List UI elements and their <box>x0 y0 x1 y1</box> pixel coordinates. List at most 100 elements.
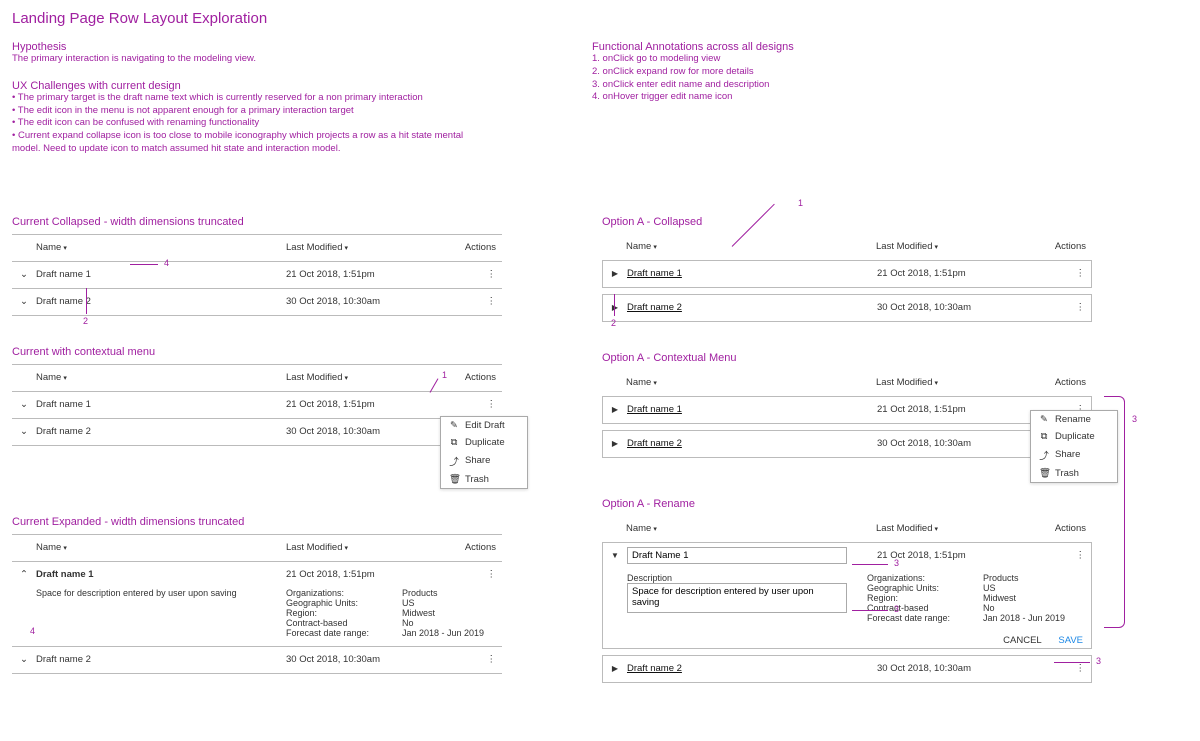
col-name[interactable]: Name <box>626 241 651 252</box>
more-vert-icon[interactable]: ⋮ <box>1076 268 1086 279</box>
col-name[interactable]: Name <box>36 242 61 253</box>
table: Name▾ Last Modified▾ Actions ▶ Draft nam… <box>602 234 1092 322</box>
menu-duplicate[interactable]: ⧉Duplicate <box>441 434 527 451</box>
annotations-heading: Functional Annotations across all design… <box>592 41 992 53</box>
page-title: Landing Page Row Layout Exploration <box>12 10 1188 27</box>
draft-modified: 30 Oct 2018, 10:30am <box>286 426 456 437</box>
annotation-number: 2 <box>611 318 616 328</box>
more-vert-icon[interactable]: ⋮ <box>487 296 497 307</box>
sort-caret-icon[interactable]: ▾ <box>935 526 939 533</box>
sort-caret-icon[interactable]: ▾ <box>63 375 67 382</box>
sort-caret-icon[interactable]: ▾ <box>935 380 939 387</box>
annotation-number: 3 <box>1132 414 1137 424</box>
more-vert-icon[interactable]: ⋮ <box>487 269 497 280</box>
table-row: ▶ Draft name 1 21 Oct 2018, 1:51pm ⋮ <box>602 260 1092 288</box>
expand-chevron-icon[interactable]: ⌄ <box>20 269 28 280</box>
expand-triangle-icon[interactable]: ▶ <box>612 303 618 312</box>
col-modified[interactable]: Last Modified <box>876 523 933 534</box>
menu-share[interactable]: ⤴Share <box>441 451 527 471</box>
section-title: Option A - Contextual Menu <box>602 352 1092 364</box>
draft-name[interactable]: Draft name 1 <box>36 269 286 280</box>
more-vert-icon[interactable]: ⋮ <box>487 399 497 410</box>
more-vert-icon[interactable]: ⋮ <box>487 654 497 665</box>
expand-triangle-icon[interactable]: ▶ <box>612 664 618 673</box>
draft-name[interactable]: Draft name 2 <box>36 426 286 437</box>
annotation-number: 3 <box>1096 656 1101 666</box>
annotation-item: 4. onHover trigger edit name icon <box>592 91 992 104</box>
annotation-line <box>852 610 888 611</box>
draft-name-link[interactable]: Draft name 2 <box>627 438 682 449</box>
sort-caret-icon[interactable]: ▾ <box>345 375 349 382</box>
annotation-number: 4 <box>164 258 169 268</box>
draft-name[interactable]: Draft name 2 <box>36 654 286 665</box>
table: Name▾ Last Modified▾ Actions ⌃ Draft nam… <box>12 534 502 674</box>
annotation-number: 2 <box>83 316 88 326</box>
expand-triangle-icon[interactable]: ▶ <box>612 439 618 448</box>
challenge-bullet: • The edit icon can be confused with ren… <box>12 117 472 130</box>
description-input[interactable]: Space for description entered by user up… <box>627 583 847 613</box>
section-title: Current Expanded - width dimensions trun… <box>12 516 502 528</box>
expand-triangle-icon[interactable]: ▶ <box>612 405 618 414</box>
draft-modified: 30 Oct 2018, 10:30am <box>877 438 1047 449</box>
draft-name[interactable]: Draft name 2 <box>36 296 286 307</box>
menu-edit[interactable]: ✎Edit Draft <box>441 417 527 434</box>
trash-icon: 🗑 <box>1039 468 1049 479</box>
expand-chevron-icon[interactable]: ⌄ <box>20 399 28 410</box>
more-vert-icon[interactable]: ⋮ <box>1076 663 1086 674</box>
expand-chevron-icon[interactable]: ⌄ <box>20 296 28 307</box>
menu-trash[interactable]: 🗑Trash <box>441 471 527 488</box>
save-button[interactable]: SAVE <box>1058 635 1083 646</box>
cancel-button[interactable]: CANCEL <box>1003 635 1042 646</box>
section-title: Option A - Rename <box>602 498 1092 510</box>
draft-modified: 21 Oct 2018, 1:51pm <box>877 404 1047 415</box>
sort-caret-icon[interactable]: ▾ <box>345 245 349 252</box>
table-header: Name▾ Last Modified▾ Actions <box>12 235 502 262</box>
table-row-edit: ▼ 21 Oct 2018, 1:51pm ⋮ Description Spac… <box>602 542 1092 649</box>
col-name[interactable]: Name <box>626 523 651 534</box>
expand-chevron-icon[interactable]: ⌄ <box>20 426 28 437</box>
more-vert-icon[interactable]: ⋮ <box>1076 302 1086 313</box>
col-modified[interactable]: Last Modified <box>876 241 933 252</box>
draft-name-link[interactable]: Draft name 2 <box>627 663 682 674</box>
sort-caret-icon[interactable]: ▾ <box>653 244 657 251</box>
draft-name[interactable]: Draft name 1 <box>36 399 286 410</box>
sort-caret-icon[interactable]: ▾ <box>935 244 939 251</box>
col-name[interactable]: Name <box>626 377 651 388</box>
table: Name▾ Last Modified▾ Actions ▼ 21 Oct 20… <box>602 516 1092 683</box>
sort-caret-icon[interactable]: ▾ <box>63 245 67 252</box>
draft-modified: 21 Oct 2018, 1:51pm <box>286 399 456 410</box>
col-name[interactable]: Name <box>36 542 61 553</box>
col-modified[interactable]: Last Modified <box>286 372 343 383</box>
col-name[interactable]: Name <box>36 372 61 383</box>
draft-name-link[interactable]: Draft name 1 <box>627 404 682 415</box>
expand-triangle-icon[interactable]: ▶ <box>612 269 618 278</box>
col-modified[interactable]: Last Modified <box>876 377 933 388</box>
more-vert-icon[interactable]: ⋮ <box>1076 550 1086 561</box>
col-actions: Actions <box>456 542 502 553</box>
col-modified[interactable]: Last Modified <box>286 542 343 553</box>
more-vert-icon[interactable]: ⋮ <box>487 569 497 580</box>
description-text: Space for description entered by user up… <box>36 588 286 598</box>
section-title: Option A - Collapsed <box>602 216 1092 228</box>
col-actions: Actions <box>456 242 502 253</box>
sort-caret-icon[interactable]: ▾ <box>653 526 657 533</box>
collapse-chevron-icon[interactable]: ⌃ <box>20 569 28 580</box>
description-label: Description <box>627 573 857 583</box>
annotation-arrow <box>1104 396 1125 628</box>
table: Name▾ Last Modified▾ Actions ▶ Draft nam… <box>602 370 1092 458</box>
challenges-heading: UX Challenges with current design <box>12 80 492 92</box>
col-modified[interactable]: Last Modified <box>286 242 343 253</box>
hypothesis-text: The primary interaction is navigating to… <box>12 53 472 66</box>
sort-caret-icon[interactable]: ▾ <box>653 380 657 387</box>
draft-name-link[interactable]: Draft name 2 <box>627 302 682 313</box>
annotation-line <box>1054 662 1090 663</box>
table-header: Name▾ Last Modified▾ Actions <box>602 516 1092 542</box>
table-header: Name▾ Last Modified▾ Actions <box>602 234 1092 260</box>
sort-caret-icon[interactable]: ▾ <box>345 545 349 552</box>
draft-name-link[interactable]: Draft name 1 <box>627 268 682 279</box>
draft-name[interactable]: Draft name 1 <box>36 569 286 580</box>
name-input[interactable] <box>627 547 847 564</box>
expand-chevron-icon[interactable]: ⌄ <box>20 654 28 665</box>
collapse-triangle-icon[interactable]: ▼ <box>611 551 619 560</box>
sort-caret-icon[interactable]: ▾ <box>63 545 67 552</box>
